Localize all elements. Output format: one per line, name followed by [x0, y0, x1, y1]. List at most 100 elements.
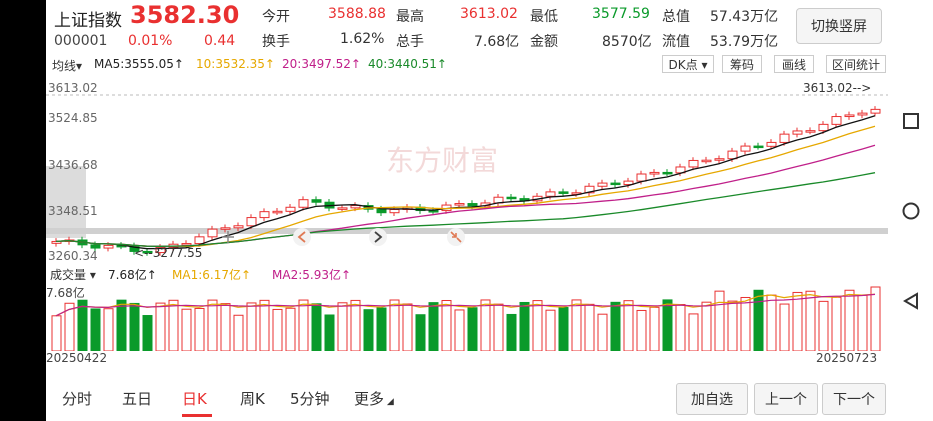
next-stock-button[interactable]: 下一个: [822, 383, 886, 415]
volume-bar: [168, 299, 179, 352]
volume-bar: [441, 299, 452, 352]
index-code: 000001: [54, 33, 108, 49]
volume-select[interactable]: 成交量 ▾: [50, 266, 96, 283]
indicator-type-select[interactable]: 均线▾: [52, 57, 82, 74]
y-label-1: 3613.02: [48, 81, 98, 95]
chips-button[interactable]: 筹码: [722, 55, 762, 73]
low-label: 最低: [530, 9, 558, 25]
candle: [285, 206, 296, 212]
tab-five-day[interactable]: 五日: [122, 388, 152, 409]
tab-weekly-k[interactable]: 周K: [240, 388, 265, 409]
tab-more[interactable]: 更多 ◢: [354, 388, 394, 409]
high-label: 最高: [396, 9, 424, 25]
shrink-icon[interactable]: [447, 228, 465, 246]
candle: [194, 236, 205, 245]
candle: [753, 145, 764, 149]
dk-point-select[interactable]: DK点 ▾: [662, 55, 714, 73]
candle: [610, 182, 621, 186]
candle: [792, 130, 803, 135]
kline-chart[interactable]: 东方财富 3613.02 3524.85 3436.68 3348.51 326…: [46, 74, 888, 264]
candle: [558, 191, 569, 194]
more-caret-icon: ◢: [384, 397, 394, 407]
y-label-2: 3524.85: [48, 111, 98, 125]
volume-bar: [480, 299, 491, 352]
candle: [233, 225, 244, 229]
volume-bar: [584, 303, 595, 352]
recent-apps-icon[interactable]: [888, 108, 933, 134]
toggle-portrait-button[interactable]: 切换竖屏: [796, 8, 882, 44]
scroll-right-icon[interactable]: [369, 228, 387, 246]
prev-stock-button[interactable]: 上一个: [754, 383, 818, 415]
index-name: 上证指数: [54, 11, 122, 31]
range-stat-button[interactable]: 区间统计: [826, 55, 886, 73]
volume-bar: [103, 308, 114, 352]
volume-bar: [90, 308, 101, 352]
volume-bar: [831, 296, 842, 352]
volume-bar: [623, 300, 634, 352]
volume-bar: [129, 302, 140, 352]
ma-bar: 均线▾ MA5:3555.05↑ 10:3532.35↑ 20:3497.52↑…: [46, 54, 888, 74]
candle: [90, 244, 101, 249]
candle: [818, 123, 829, 132]
tab-intraday[interactable]: 分时: [62, 388, 92, 409]
date-start: 20250422: [46, 351, 108, 365]
volume-bar: [467, 307, 478, 352]
volume-bar: [298, 299, 309, 352]
volume-bar: [207, 299, 218, 352]
range-shade: [46, 166, 86, 238]
volume-current: 7.68亿↑: [108, 268, 157, 282]
volume-bar: [779, 303, 790, 352]
tab-5min[interactable]: 5分钟: [290, 388, 330, 409]
volume-bar: [155, 302, 166, 352]
candle: [805, 130, 816, 133]
candle: [246, 217, 257, 227]
candle: [688, 159, 699, 168]
volume-bar: [792, 291, 803, 352]
ma40-line: [55, 172, 876, 247]
volume-bar: [285, 307, 296, 352]
volume-bar: [740, 296, 751, 352]
back-icon[interactable]: [888, 288, 933, 314]
volume-bar: [636, 309, 647, 352]
amount-label: 金额: [530, 34, 558, 50]
draw-line-button[interactable]: 画线: [774, 55, 814, 73]
add-watchlist-button[interactable]: 加自选: [676, 383, 748, 415]
candle: [259, 211, 270, 219]
volume-bar: [597, 313, 608, 352]
volume-ma2: MA2:5.93亿↑: [272, 268, 352, 282]
candle: [766, 141, 777, 147]
volume-chart[interactable]: 7.68亿: [46, 283, 888, 352]
mktcap-label: 总值: [662, 9, 690, 25]
ma10-value: 10:3532.35↑: [196, 57, 275, 71]
ma40-value: 40:3440.51↑: [368, 57, 447, 71]
high-value: 3613.02: [460, 6, 518, 22]
volume-bar: [493, 303, 504, 352]
tab-more-label: 更多: [354, 390, 385, 408]
candle: [740, 145, 751, 152]
volume-bar: [506, 313, 517, 352]
candle: [311, 199, 322, 203]
change-value: 0.44: [204, 33, 236, 49]
open-label: 今开: [262, 9, 290, 25]
left-bezel: [0, 0, 46, 421]
candle: [506, 196, 517, 200]
volume-bar: [545, 309, 556, 352]
candle: [298, 199, 309, 208]
home-icon[interactable]: [888, 198, 933, 224]
kline-svg: 东方财富 3613.02 3524.85 3436.68 3348.51 326…: [46, 81, 888, 263]
volume-bar: [714, 290, 725, 352]
candle: [727, 150, 738, 160]
volume-bar: [324, 314, 335, 352]
volume-bar: [571, 299, 582, 352]
candle: [857, 112, 868, 116]
candle: [181, 243, 192, 246]
stock-chart-panel: 上证指数 3582.30 000001 0.01% 0.44 今开 3588.8…: [46, 0, 888, 421]
tab-daily-k[interactable]: 日K: [182, 388, 207, 409]
volume-bar: [77, 299, 88, 352]
index-price: 3582.30: [130, 1, 240, 29]
candle: [389, 208, 400, 214]
y-label-3: 3436.68: [48, 158, 98, 172]
volume-bar: [519, 301, 530, 352]
volume-bar: [220, 303, 231, 352]
scroll-left-icon[interactable]: [293, 228, 311, 246]
